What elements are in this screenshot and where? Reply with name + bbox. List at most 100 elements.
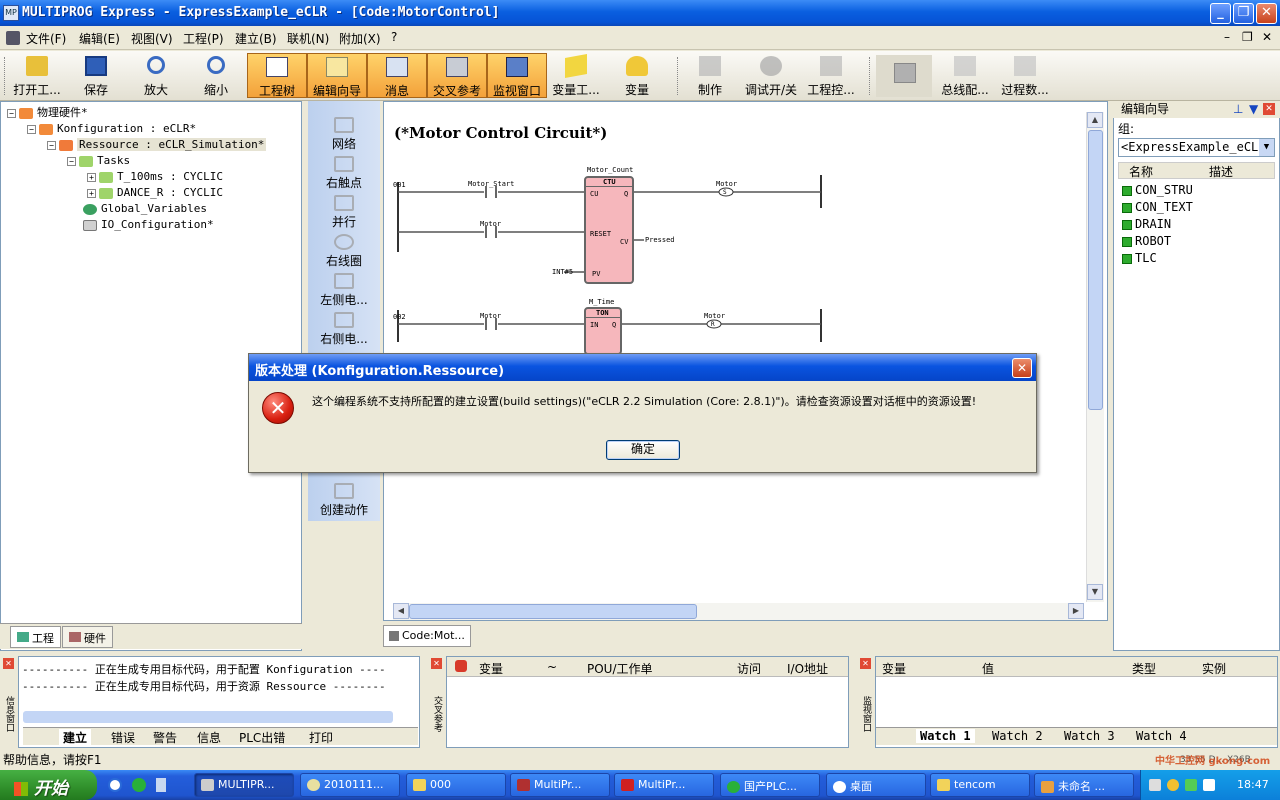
debug-toggle-button[interactable]: 调试开/关 <box>741 53 801 98</box>
mdi-restore-button[interactable]: ❐ <box>1242 30 1253 44</box>
tree-node-task-t100ms[interactable]: + T_100ms : CYCLIC <box>87 169 223 185</box>
function-block-ctu[interactable]: CTU CU Q RESET CV PV <box>584 176 634 284</box>
tree-node-konfiguration[interactable]: − Konfiguration : eCLR* <box>27 121 196 137</box>
project-control-button[interactable]: 工程控... <box>801 53 861 98</box>
tab-watch-3[interactable]: Watch 3 <box>1060 729 1119 743</box>
close-icon[interactable]: ✕ <box>431 658 442 669</box>
col-value[interactable]: 值 <box>982 660 994 677</box>
col-pou[interactable]: POU/工作单 <box>587 660 653 677</box>
make-button[interactable]: 制作 <box>683 53 737 98</box>
tray-icon[interactable] <box>1149 779 1161 791</box>
tree-node-hardware[interactable]: − 物理硬件* <box>7 105 88 121</box>
taskbar-item[interactable]: 000 <box>406 773 506 797</box>
palette-network[interactable]: 网络 <box>308 113 380 152</box>
maximize-button[interactable]: ❐ <box>1233 3 1254 24</box>
list-item[interactable]: CON_STRU <box>1122 182 1193 199</box>
taskbar-item[interactable]: 国产PLC... <box>720 773 820 797</box>
taskbar-item[interactable]: MultiPr... <box>510 773 610 797</box>
save-button[interactable]: 保存 <box>70 53 122 98</box>
close-icon[interactable]: ✕ <box>3 658 14 669</box>
palette-right-contact[interactable]: 右触点 <box>308 152 380 191</box>
hand-icon[interactable] <box>455 660 467 672</box>
list-item[interactable]: CON_TEXT <box>1122 199 1193 216</box>
close-button[interactable]: ✕ <box>1256 3 1277 24</box>
chevron-down-icon[interactable]: ▼ <box>1259 139 1274 156</box>
menu-project[interactable]: 工程(P) <box>183 30 224 47</box>
menu-extras[interactable]: 附加(X) <box>339 30 381 47</box>
function-block-ton[interactable]: TON IN Q <box>584 307 622 355</box>
col-io-address[interactable]: I/O地址 <box>787 660 828 677</box>
list-item[interactable]: ROBOT <box>1122 233 1193 250</box>
taskbar-item[interactable]: tencom <box>930 773 1030 797</box>
menu-build[interactable]: 建立(B) <box>235 30 277 47</box>
col-tilde[interactable]: ~ <box>547 660 557 674</box>
tab-watch-1[interactable]: Watch 1 <box>916 729 975 743</box>
chevron-down-icon[interactable]: ▼ <box>1249 101 1258 117</box>
tab-watch-2[interactable]: Watch 2 <box>988 729 1047 743</box>
project-tree-toggle[interactable]: 工程树 <box>247 53 307 98</box>
close-icon[interactable]: ✕ <box>1263 103 1275 115</box>
disabled-tool-button[interactable] <box>876 55 932 97</box>
minimize-button[interactable]: _ <box>1210 3 1231 24</box>
title-bar[interactable]: MP MULTIPROG Express - ExpressExample_eC… <box>0 0 1280 26</box>
volume-icon[interactable] <box>1203 779 1215 791</box>
tree-node-tasks[interactable]: − Tasks <box>67 153 130 169</box>
tray-icon[interactable] <box>1185 779 1197 791</box>
tree-node-io-configuration[interactable]: IO_Configuration* <box>83 217 214 233</box>
group-select[interactable]: <ExpressExample_eCL ▼ <box>1118 138 1275 157</box>
scroll-right-arrow[interactable]: ▶ <box>1068 603 1084 619</box>
tab-plc-errors[interactable]: PLC出错 <box>235 729 289 746</box>
watch-window-toggle[interactable]: 监视窗口 <box>487 53 547 98</box>
mdi-minimize-button[interactable]: – <box>1224 30 1230 44</box>
mdi-close-button[interactable]: ✕ <box>1262 30 1272 44</box>
horizontal-scroll-thumb[interactable] <box>409 604 697 619</box>
ok-button[interactable]: 确定 <box>606 440 680 460</box>
variable-tool-button[interactable]: 变量工... <box>547 53 605 98</box>
pin-icon[interactable]: ⊥ <box>1233 101 1243 117</box>
taskbar-item[interactable]: 未命名 ... <box>1034 773 1134 797</box>
message-window-toggle[interactable]: 消息 <box>367 53 427 98</box>
taskbar-item[interactable]: MULTIPR... <box>194 773 294 797</box>
scroll-up-arrow[interactable]: ▲ <box>1087 112 1103 128</box>
col-access[interactable]: 访问 <box>737 660 761 677</box>
palette-parallel[interactable]: 并行 <box>308 191 380 230</box>
zoom-out-button[interactable]: 缩小 <box>188 53 244 98</box>
desktop-quicklaunch-icon[interactable] <box>156 778 166 792</box>
menu-online[interactable]: 联机(N) <box>287 30 329 47</box>
tree-node-global-variables[interactable]: Global_Variables <box>83 201 207 217</box>
tab-print[interactable]: 打印 <box>305 729 337 746</box>
open-project-button[interactable]: 打开工... <box>8 53 66 98</box>
menu-view[interactable]: 视图(V) <box>131 30 173 47</box>
scroll-left-arrow[interactable]: ◀ <box>393 603 409 619</box>
message-scrollbar[interactable] <box>23 711 393 723</box>
taskbar-item[interactable]: 2010111... <box>300 773 400 797</box>
scroll-down-arrow[interactable]: ▼ <box>1087 584 1103 600</box>
taskbar-item[interactable]: 桌面 <box>826 773 926 797</box>
palette-right-coil[interactable]: 右线圈 <box>308 230 380 269</box>
tree-node-ressource[interactable]: − Ressource : eCLR_Simulation* <box>47 137 267 153</box>
editor-vertical-scrollbar[interactable]: ▲ ▼ <box>1086 112 1104 602</box>
taskbar-item[interactable]: MultiPr... <box>614 773 714 797</box>
tab-watch-4[interactable]: Watch 4 <box>1132 729 1191 743</box>
app-quicklaunch-icon[interactable] <box>132 778 146 792</box>
zoom-in-button[interactable]: 放大 <box>128 53 184 98</box>
palette-right-rail[interactable]: 右侧电... <box>308 308 380 347</box>
tab-warnings[interactable]: 警告 <box>149 729 181 746</box>
cross-reference-toggle[interactable]: 交叉参考 <box>427 53 487 98</box>
col-type[interactable]: 类型 <box>1132 660 1156 677</box>
tray-icon[interactable] <box>1167 779 1179 791</box>
edit-wizard-toggle[interactable]: 编辑向导 <box>307 53 367 98</box>
col-variable[interactable]: 变量 <box>479 660 503 677</box>
tab-info[interactable]: 信息 <box>193 729 225 746</box>
list-item[interactable]: TLC <box>1122 250 1193 267</box>
col-instance[interactable]: 实例 <box>1202 660 1226 677</box>
col-variable[interactable]: 变量 <box>882 660 906 677</box>
vertical-scroll-thumb[interactable] <box>1088 130 1103 410</box>
palette-create-action[interactable]: 创建动作 <box>308 479 380 518</box>
list-item[interactable]: DRAIN <box>1122 216 1193 233</box>
col-desc[interactable]: 描述 <box>1209 163 1233 180</box>
document-icon[interactable] <box>6 31 20 45</box>
close-icon[interactable]: ✕ <box>860 658 871 669</box>
menu-help[interactable]: ? <box>391 30 397 44</box>
tab-errors[interactable]: 错误 <box>107 729 139 746</box>
